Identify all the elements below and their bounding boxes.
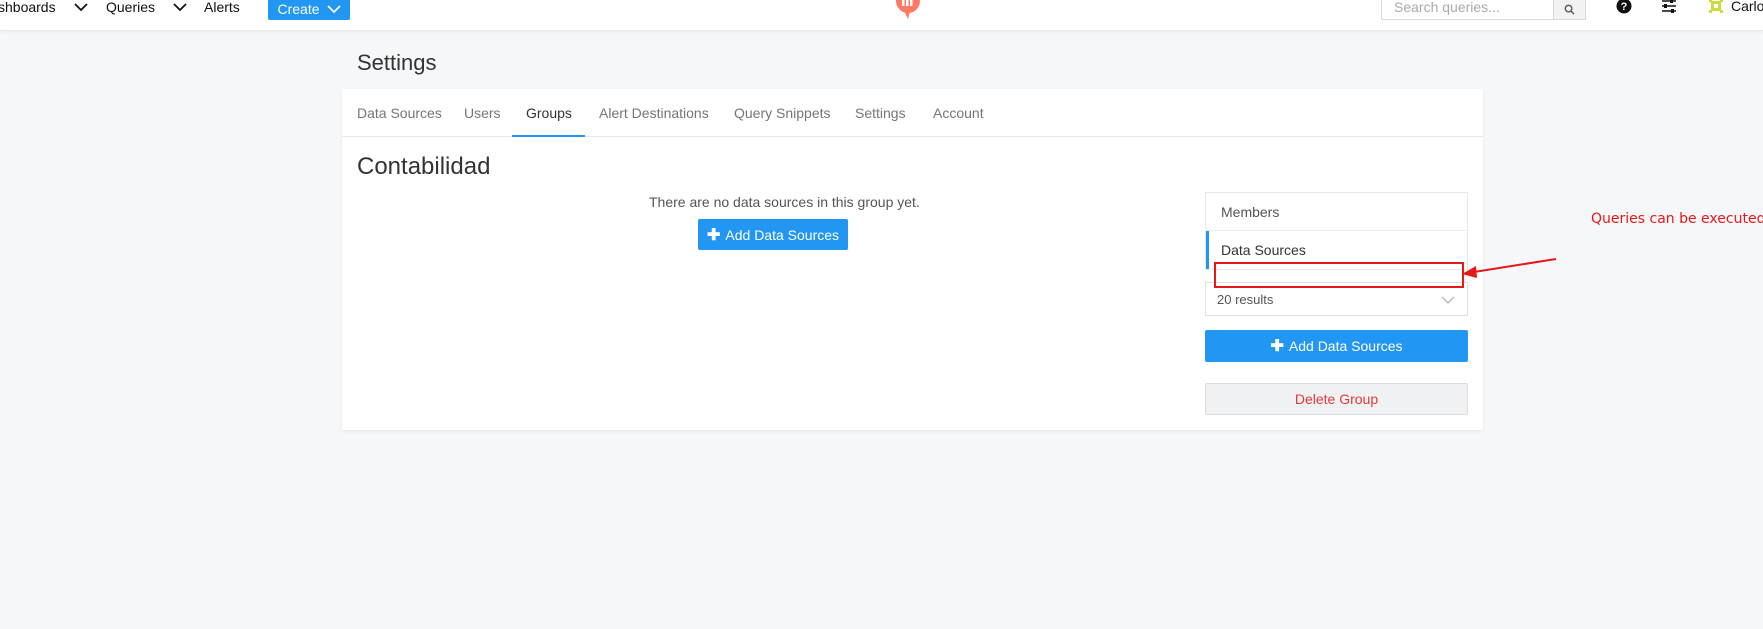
settings-button[interactable]: [1660, 0, 1678, 14]
chevron-down-icon: [1441, 296, 1455, 305]
avatar-icon: [1709, 0, 1723, 13]
settings-tabs: Data Sources Users Groups Alert Destinat…: [342, 89, 1483, 137]
nav-alerts-label: Alerts: [204, 0, 240, 15]
nav-dashboards-label: shboards: [0, 0, 56, 15]
side-add-data-sources-label: Add Data Sources: [1288, 338, 1403, 354]
question-circle-icon: ?: [1616, 0, 1632, 14]
tab-data-sources[interactable]: Data Sources: [357, 89, 442, 137]
group-side-menu: Members Data Sources: [1205, 192, 1468, 270]
chevron-down-icon[interactable]: [73, 2, 88, 12]
search-icon: [1564, 4, 1575, 15]
sliders-icon: [1662, 0, 1676, 13]
create-button-label: Create: [277, 1, 320, 17]
plus-icon: ✚: [1270, 338, 1284, 355]
nav-alerts[interactable]: Alerts: [204, 0, 240, 14]
redash-logo-icon[interactable]: [893, 0, 923, 20]
annotation-highlight-box: [1214, 262, 1464, 288]
delete-group-label: Delete Group: [1294, 391, 1379, 407]
nav-queries-label: Queries: [106, 0, 156, 15]
tab-groups[interactable]: Groups: [526, 89, 572, 137]
search-button[interactable]: [1553, 0, 1586, 20]
add-data-sources-label: Add Data Sources: [725, 226, 840, 243]
svg-text:?: ?: [1621, 1, 1628, 13]
help-button[interactable]: ?: [1615, 0, 1633, 14]
results-count: 20 results: [1217, 292, 1274, 307]
group-name-heading: Contabilidad: [357, 153, 491, 180]
nav-dashboards[interactable]: shboards: [0, 0, 88, 14]
active-tab-indicator: [512, 135, 585, 137]
chevron-down-icon[interactable]: [173, 2, 187, 12]
empty-state-message: There are no data sources in this group …: [649, 194, 920, 210]
search-placeholder: Search queries...: [1394, 0, 1500, 15]
search-input[interactable]: Search queries...: [1381, 0, 1554, 20]
page-title: Settings: [357, 50, 437, 75]
tab-alert-destinations[interactable]: Alert Destinations: [599, 89, 709, 137]
create-button[interactable]: Create: [268, 0, 350, 20]
user-name: Carlo: [1731, 0, 1763, 14]
tab-account[interactable]: Account: [933, 89, 984, 137]
tab-users[interactable]: Users: [464, 89, 501, 137]
top-navbar: shboards Queries Alerts Create Search qu…: [0, 0, 1763, 31]
annotation-note: Queries can be executed: [1591, 211, 1763, 227]
chevron-down-icon: [326, 5, 341, 14]
delete-group-button[interactable]: Delete Group: [1205, 383, 1468, 415]
side-menu-members[interactable]: Members: [1206, 193, 1467, 231]
plus-icon: ✚: [706, 226, 721, 244]
tab-settings[interactable]: Settings: [855, 89, 906, 137]
add-data-sources-button[interactable]: ✚ Add Data Sources: [698, 219, 848, 250]
user-menu[interactable]: Carlo: [1708, 0, 1763, 14]
tab-query-snippets[interactable]: Query Snippets: [734, 89, 831, 137]
nav-queries[interactable]: Queries: [106, 0, 187, 14]
settings-card: Data Sources Users Groups Alert Destinat…: [342, 89, 1483, 430]
side-add-data-sources-button[interactable]: ✚ Add Data Sources: [1205, 330, 1468, 362]
